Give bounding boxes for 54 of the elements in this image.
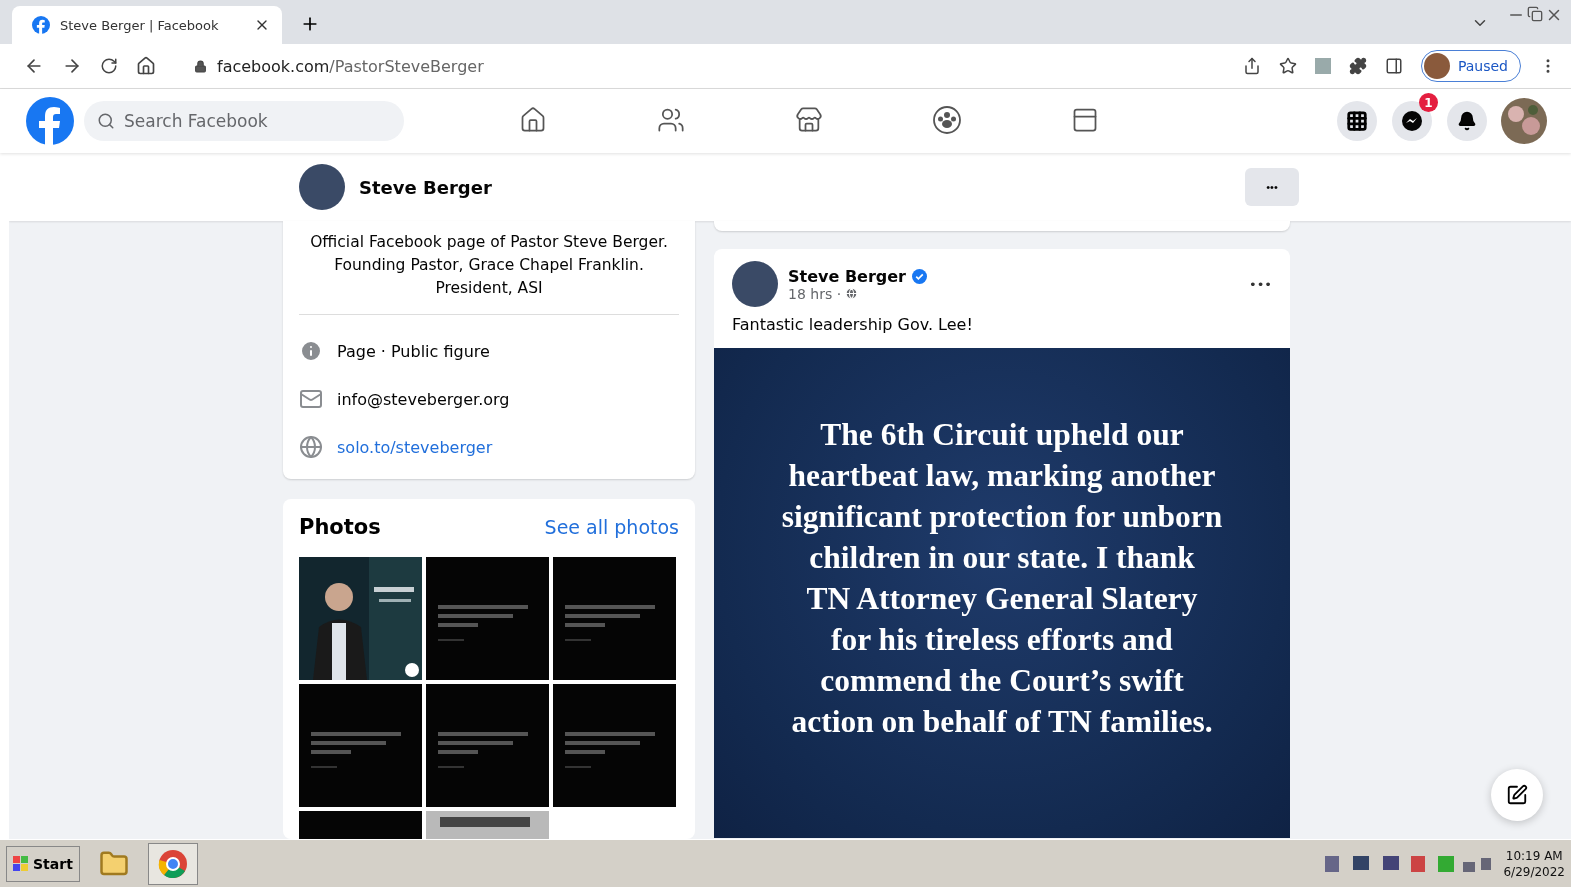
website-link[interactable]: solo.to/steveberger bbox=[337, 437, 493, 457]
more-button[interactable]: ••• bbox=[1245, 168, 1299, 206]
avatar bbox=[1423, 53, 1450, 79]
clock-time: 10:19 AM bbox=[1505, 847, 1563, 864]
search-icon bbox=[97, 112, 115, 130]
image-text: The 6th Circuit upheld our heartbeat law, marking another significant protection for unborn children in our state. I thank TN Attorney General Slatery for his tireless efforts and commend the Court’s swift action on behalf of TN families. bbox=[781, 416, 1223, 741]
avatar[interactable] bbox=[732, 261, 778, 307]
see-all-link[interactable]: See all photos bbox=[544, 516, 679, 538]
puzzle-icon[interactable] bbox=[1348, 57, 1367, 75]
info-icon bbox=[299, 339, 323, 363]
star-icon[interactable] bbox=[1278, 57, 1297, 75]
page-name[interactable]: Steve Berger bbox=[359, 176, 1231, 198]
restore-icon[interactable] bbox=[1527, 6, 1543, 22]
reload-icon[interactable] bbox=[100, 57, 118, 75]
menu-button[interactable] bbox=[1337, 101, 1377, 141]
url-text[interactable]: facebook.com/PastorSteveBerger bbox=[217, 56, 484, 76]
browser-icon bbox=[157, 848, 188, 879]
facebook-favicon bbox=[32, 16, 50, 34]
compose-button[interactable] bbox=[1491, 769, 1543, 821]
side-panel-icon[interactable] bbox=[1384, 57, 1403, 75]
start-button[interactable]: Start bbox=[6, 845, 80, 882]
lock-icon bbox=[194, 59, 207, 73]
taskbar-item[interactable] bbox=[147, 842, 198, 885]
globe-icon bbox=[299, 435, 323, 459]
more-button[interactable]: ••• bbox=[1249, 276, 1272, 292]
grid-icon bbox=[1346, 110, 1368, 132]
author-name[interactable]: Steve Berger bbox=[788, 266, 906, 286]
home-icon bbox=[519, 105, 547, 134]
store-icon bbox=[795, 105, 823, 134]
browser-tab[interactable]: Steve Berger | Facebook bbox=[12, 6, 282, 44]
facebook-logo[interactable] bbox=[26, 97, 74, 145]
mail-icon bbox=[299, 387, 323, 411]
post-text: Fantastic leadership Gov. Lee! bbox=[731, 314, 974, 336]
globe-icon bbox=[845, 287, 859, 300]
avatar[interactable] bbox=[299, 164, 345, 210]
detail-text: Page · Public figure bbox=[337, 341, 490, 361]
post-time[interactable]: 18 hrs · bbox=[788, 285, 842, 302]
detail-text: info@steveberger.org bbox=[337, 389, 510, 409]
group-icon bbox=[932, 104, 962, 135]
section-title: Photos bbox=[299, 515, 381, 539]
account-avatar[interactable] bbox=[1501, 98, 1547, 144]
share-icon[interactable] bbox=[1242, 57, 1261, 75]
search-field[interactable]: Search Facebook bbox=[84, 101, 404, 141]
bio-text: Official Facebook page of Pastor Steve Berger. Founding Pastor, Grace Chapel Franklin. President, ASI bbox=[299, 225, 679, 315]
tab-title: Steve Berger | Facebook bbox=[60, 17, 220, 33]
compose-icon bbox=[1506, 784, 1528, 806]
home-icon[interactable] bbox=[136, 56, 156, 76]
notifications-button[interactable] bbox=[1447, 101, 1487, 141]
clock-date: 6/29/2022 bbox=[1503, 863, 1565, 880]
notification-badge: 1 bbox=[1419, 93, 1438, 112]
messenger-icon bbox=[1401, 110, 1423, 132]
bell-icon bbox=[1457, 111, 1477, 131]
post-image[interactable] bbox=[714, 348, 1290, 838]
windows-logo-icon bbox=[13, 855, 29, 872]
